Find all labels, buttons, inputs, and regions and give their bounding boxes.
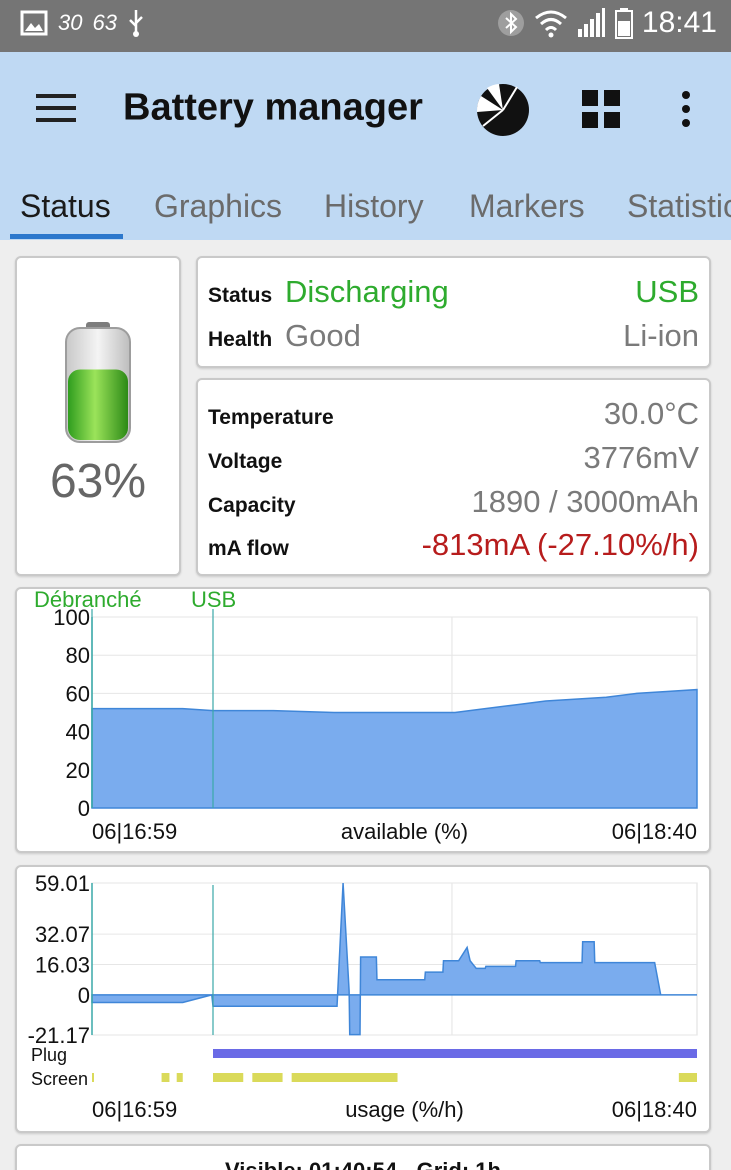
- y-tick-label: 40: [66, 720, 90, 745]
- status-right-icons: 18:41: [496, 6, 717, 40]
- health-label: Health: [208, 328, 273, 351]
- plot-frame: [91, 882, 698, 1036]
- y-tick-label: 80: [66, 643, 90, 668]
- image-icon: [20, 10, 48, 36]
- voltage-label: Voltage: [208, 450, 283, 473]
- grid-info-card: Visible: 01:40:54 - Grid: 1h: [15, 1144, 711, 1170]
- y-tick-label: 60: [66, 681, 90, 706]
- usb-icon: [129, 10, 143, 37]
- more-vert-icon[interactable]: [674, 90, 698, 128]
- voltage-value: 3776mV: [583, 440, 699, 475]
- details-card: Temperature 30.0°C Voltage 3776mV Capaci…: [196, 378, 711, 576]
- lane-segment: [213, 1073, 244, 1082]
- y-tick-label: 32.07: [35, 922, 90, 947]
- x-start-label: 06|16:59: [92, 819, 177, 844]
- x-end-label: 06|18:40: [612, 1097, 697, 1122]
- y-tick-label: 16.03: [35, 952, 90, 977]
- clock: 18:41: [641, 6, 717, 39]
- battery-icon: [614, 8, 633, 39]
- status-value: Discharging: [285, 274, 449, 309]
- menu-icon[interactable]: [36, 90, 76, 126]
- x-axis-label: available (%): [341, 819, 468, 844]
- tab-statistics[interactable]: Statistics: [627, 188, 731, 225]
- marker-label: Débranché: [34, 589, 142, 612]
- tab-indicator: [10, 234, 123, 239]
- grid-icon[interactable]: [582, 90, 620, 128]
- tab-graphics[interactable]: Graphics: [154, 188, 282, 225]
- battery-level-card: 63%: [15, 256, 181, 576]
- capacity-label: Capacity: [208, 494, 296, 517]
- pie-chart-icon[interactable]: [475, 82, 531, 138]
- power-source: USB: [635, 274, 699, 309]
- lane-segment: [678, 1073, 697, 1082]
- bluetooth-icon: [497, 10, 524, 36]
- visible-grid-text: Visible: 01:40:54 - Grid: 1h: [17, 1158, 709, 1170]
- lane-label: Screen: [31, 1069, 88, 1089]
- data-area: [91, 882, 697, 1036]
- status-label: Status: [208, 284, 273, 307]
- app-title: Battery manager: [123, 86, 423, 129]
- battery-percent-icon: 63: [92, 10, 117, 35]
- y-tick-label: 0: [78, 796, 90, 821]
- x-axis-label: usage (%/h): [345, 1097, 464, 1122]
- y-tick-label: 59.01: [35, 871, 90, 896]
- lane-segment: [161, 1073, 170, 1082]
- flow-value: -813mA (-27.10%/h): [421, 527, 699, 562]
- usage-chart[interactable]: 59.0132.0716.030-21.17PlugScreen06|16:59…: [17, 867, 709, 1131]
- temperature-icon: 30: [58, 10, 83, 35]
- battery-level-icon: [65, 322, 131, 443]
- wifi-icon: [534, 10, 567, 38]
- available-chart[interactable]: 100806040200Débranché USB06|16:59 availabl…: [17, 589, 709, 851]
- x-start-label: 06|16:59: [92, 1097, 177, 1122]
- flow-label: mA flow: [208, 537, 289, 560]
- data-area: [91, 688, 698, 809]
- battery-percent: 63%: [49, 455, 147, 508]
- tab-history[interactable]: History: [324, 188, 424, 225]
- lane-segment: [213, 1049, 697, 1058]
- x-end-label: 06|18:40: [612, 819, 697, 844]
- status-left-icons: 30 63: [20, 8, 145, 38]
- system-status-bar: 30 63 18:41: [0, 0, 731, 52]
- signal-icon: [577, 8, 605, 37]
- temperature-label: Temperature: [208, 406, 334, 429]
- lane-segment: [291, 1073, 398, 1082]
- tab-bar: Status Graphics History Markers Statisti…: [0, 172, 731, 240]
- lane-segment: [92, 1073, 94, 1082]
- y-tick-label: 0: [78, 983, 90, 1008]
- capacity-value: 1890 / 3000mAh: [471, 484, 699, 519]
- health-value: Good: [285, 318, 361, 353]
- temperature-value: 30.0°C: [603, 396, 699, 431]
- lane-segment: [176, 1073, 183, 1082]
- tab-markers[interactable]: Markers: [469, 188, 585, 225]
- battery-technology: Li-ion: [623, 318, 699, 353]
- lane-label: Plug: [31, 1045, 67, 1065]
- lane-segment: [252, 1073, 283, 1082]
- tab-status[interactable]: Status: [20, 188, 111, 225]
- available-chart-card[interactable]: 100 80 60 40 20 0 Débranché USB 06|16:59 availabl…: [15, 587, 711, 853]
- marker-label: USB: [191, 589, 236, 612]
- usage-chart-card[interactable]: 59.01 32.07 16.03 0 -21.17 Plug Screen 06|16:59…: [15, 865, 711, 1133]
- status-card: Status Discharging USB Health Good Li-io…: [196, 256, 711, 368]
- app-bar: Battery manager Status Graphics History …: [0, 52, 731, 240]
- y-tick-label: 20: [66, 758, 90, 783]
